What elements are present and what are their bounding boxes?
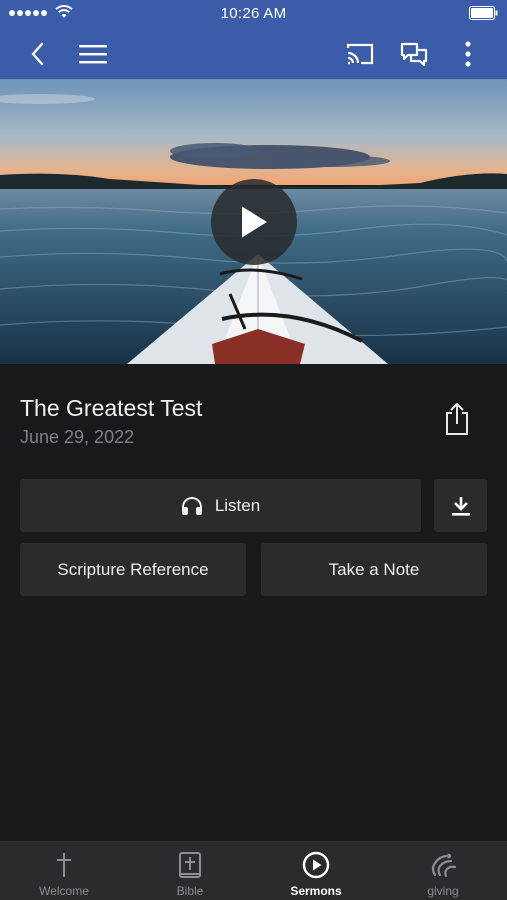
more-vertical-icon — [465, 40, 471, 67]
play-icon — [242, 206, 267, 238]
tab-label: giving — [427, 884, 459, 898]
back-button[interactable] — [16, 28, 60, 79]
sermon-date: June 29, 2022 — [20, 427, 135, 447]
menu-button[interactable] — [71, 28, 115, 79]
share-button[interactable] — [436, 398, 478, 440]
headphones-icon — [181, 496, 202, 515]
chat-button[interactable] — [392, 28, 436, 79]
chevron-left-icon — [31, 42, 44, 65]
tab-sermons[interactable]: Sermons — [253, 842, 379, 900]
listen-button[interactable]: Listen — [20, 479, 421, 532]
tab-bar: Welcome Bible Sermons giving — [0, 841, 507, 900]
tab-label: Sermons — [290, 884, 342, 898]
battery-icon — [469, 6, 498, 20]
cross-icon — [57, 853, 71, 877]
tab-label: Welcome — [39, 884, 89, 898]
download-icon — [451, 496, 470, 516]
sermon-title: The Greatest Test — [20, 395, 203, 421]
play-circle-icon — [302, 851, 330, 879]
play-button[interactable] — [211, 179, 297, 265]
sermon-video-thumbnail[interactable] — [0, 79, 507, 364]
listen-label: Listen — [214, 495, 261, 515]
status-time: 10:26 AM — [220, 5, 287, 22]
giving-hand-icon — [431, 853, 457, 878]
take-a-note-button[interactable]: Take a Note — [261, 543, 487, 596]
more-button[interactable] — [446, 28, 490, 79]
cast-button[interactable] — [338, 28, 382, 79]
status-bar: 10:26 AM — [0, 0, 507, 28]
hamburger-menu-icon — [79, 44, 107, 63]
chat-bubbles-icon — [400, 42, 428, 66]
tab-welcome[interactable]: Welcome — [1, 842, 127, 900]
share-icon — [446, 403, 468, 435]
tab-bible[interactable]: Bible — [127, 842, 253, 900]
tab-label: Bible — [176, 884, 204, 898]
bible-icon — [179, 852, 201, 878]
nav-bar — [0, 28, 507, 79]
download-button[interactable] — [434, 479, 487, 532]
cast-icon — [346, 43, 374, 64]
tab-giving[interactable]: giving — [380, 842, 506, 900]
scripture-reference-button[interactable]: Scripture Reference — [20, 543, 246, 596]
